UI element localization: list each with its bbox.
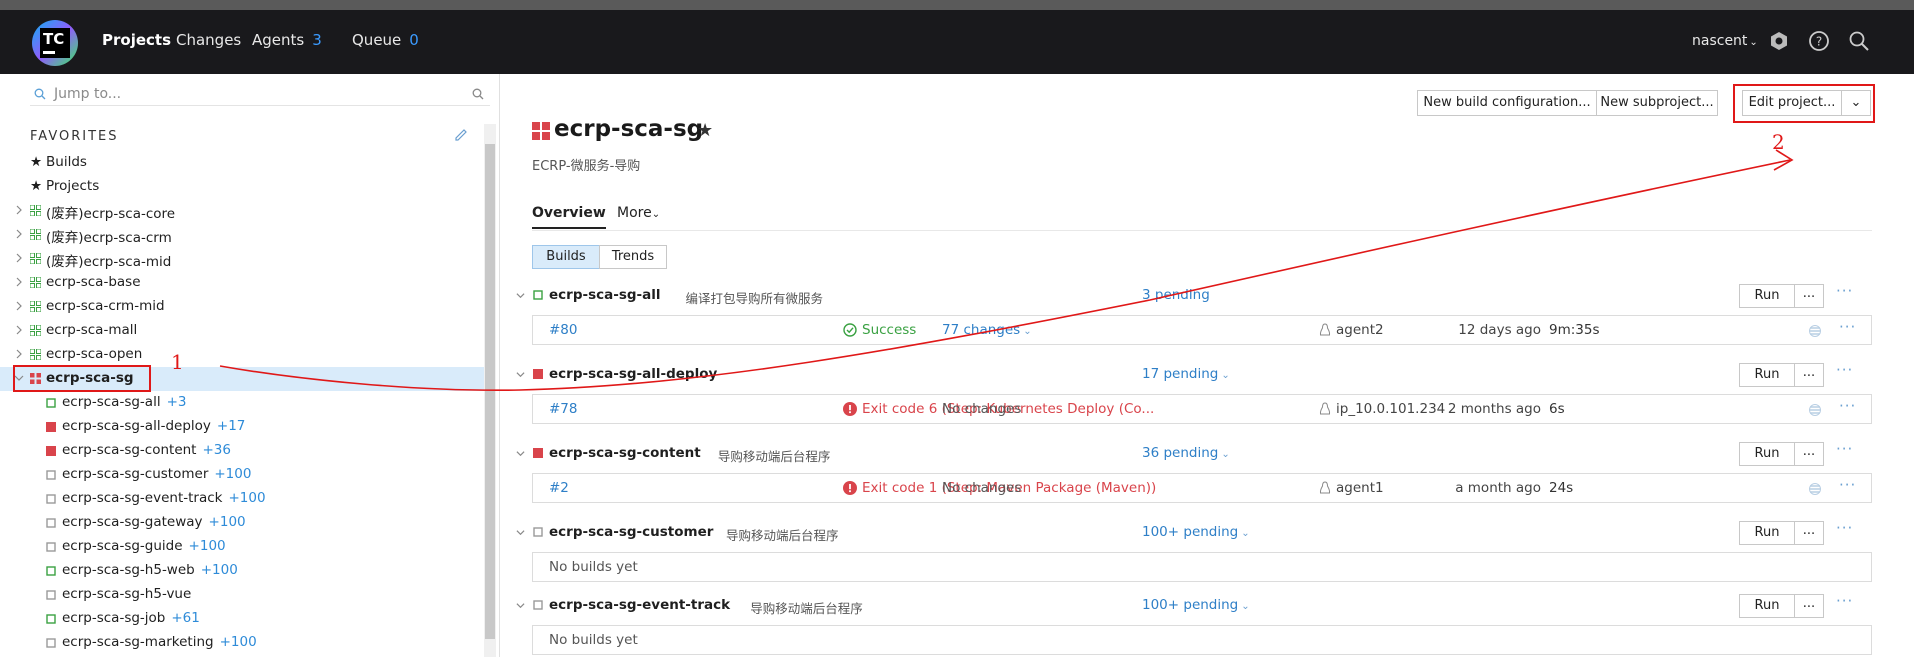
- annotation-box-2: [1733, 84, 1875, 123]
- annotation-box-1: [13, 365, 151, 392]
- annotation-arrow: [219, 159, 1791, 392]
- annotation-marker-2: 2: [1772, 130, 1785, 154]
- annotation-overlay: [13, 84, 1875, 392]
- annotation-marker-1: 1: [171, 350, 184, 374]
